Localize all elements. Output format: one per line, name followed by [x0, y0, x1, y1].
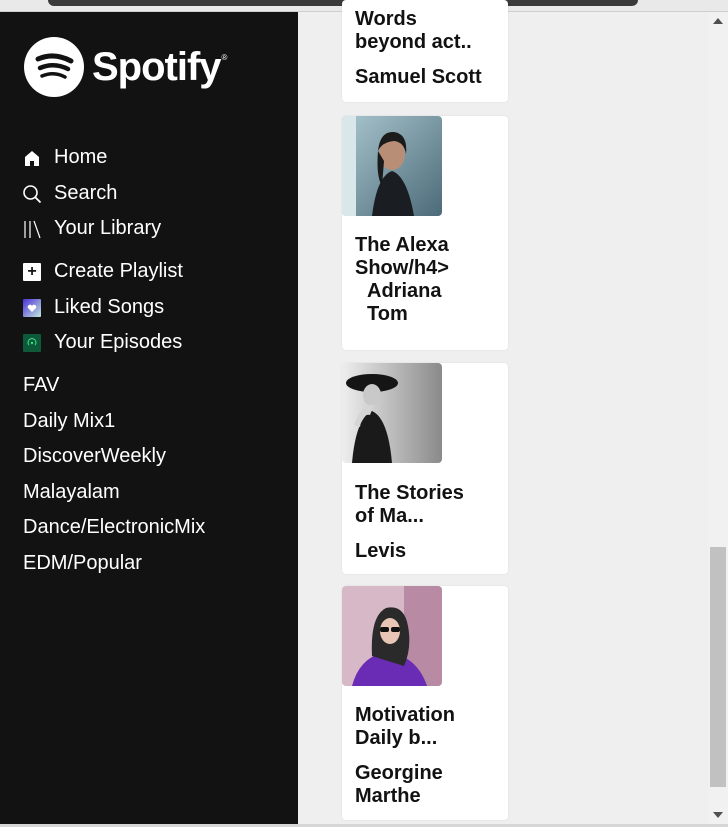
- card-title: Words beyond act..: [355, 8, 472, 53]
- scroll-up-arrow-icon[interactable]: [713, 18, 723, 24]
- playlist-item[interactable]: Dance/ElectronicMix: [23, 516, 205, 539]
- card-title: Motivation Daily b...: [355, 704, 455, 749]
- card-cover-image: [342, 586, 442, 686]
- nav-search[interactable]: Search: [22, 182, 117, 205]
- podcast-card[interactable]: Words beyond act.. Samuel Scott: [342, 0, 508, 102]
- search-icon: [22, 184, 42, 204]
- nav-create-playlist[interactable]: + Create Playlist: [22, 260, 183, 283]
- plus-square-icon: +: [23, 262, 41, 281]
- card-author: Levis: [355, 540, 407, 562]
- nav-create-playlist-label: Create Playlist: [54, 260, 183, 282]
- registered-mark: ®: [221, 52, 228, 62]
- podcast-card[interactable]: The Alexa Show/h4> Adriana Tom: [342, 116, 508, 350]
- playlist-item[interactable]: DiscoverWeekly: [23, 445, 166, 468]
- nav-library-label: Your Library: [54, 217, 162, 239]
- vertical-scrollbar[interactable]: [708, 12, 728, 827]
- nav-home-label: Home: [54, 146, 108, 168]
- card-cover-image: [342, 116, 442, 216]
- nav-your-episodes[interactable]: Your Episodes: [22, 331, 182, 354]
- main-content: Words beyond act.. Samuel Scott The Alex…: [298, 0, 708, 827]
- card-author: Adriana Tom: [367, 280, 442, 325]
- playlist-item[interactable]: Daily Mix1: [23, 410, 115, 433]
- nav-search-label: Search: [54, 182, 118, 204]
- heart-square-icon: [23, 298, 41, 317]
- library-icon: [22, 219, 42, 239]
- spotify-logo[interactable]: Spotify ®: [24, 37, 227, 97]
- podcast-square-icon: [23, 333, 41, 352]
- sidebar: Spotify ® Home Search Your Library + Cre…: [0, 12, 298, 827]
- card-author: Samuel Scott: [355, 66, 482, 88]
- spotify-wordmark: Spotify: [92, 44, 222, 89]
- nav-home[interactable]: Home: [22, 146, 107, 169]
- nav-library[interactable]: Your Library: [22, 217, 161, 240]
- scrollbar-thumb[interactable]: [710, 547, 726, 787]
- home-icon: [22, 148, 42, 168]
- podcast-card[interactable]: The Stories of Ma... Levis: [342, 363, 508, 574]
- nav-liked-songs-label: Liked Songs: [54, 296, 165, 318]
- podcast-card[interactable]: Motivation Daily b... Georgine Marthe: [342, 586, 508, 820]
- card-title: The Stories of Ma...: [355, 482, 464, 527]
- playlist-item[interactable]: EDM/Popular: [23, 552, 142, 575]
- nav-liked-songs[interactable]: Liked Songs: [22, 296, 164, 319]
- scroll-down-arrow-icon[interactable]: [713, 812, 723, 818]
- spotify-logo-icon: [24, 37, 84, 97]
- card-author: Georgine Marthe: [355, 762, 443, 807]
- nav-your-episodes-label: Your Episodes: [54, 331, 183, 353]
- playlist-item[interactable]: FAV: [23, 374, 59, 397]
- card-cover-image: [342, 363, 442, 463]
- card-title: The Alexa Show/h4>: [355, 234, 449, 279]
- playlist-item[interactable]: Malayalam: [23, 481, 120, 504]
